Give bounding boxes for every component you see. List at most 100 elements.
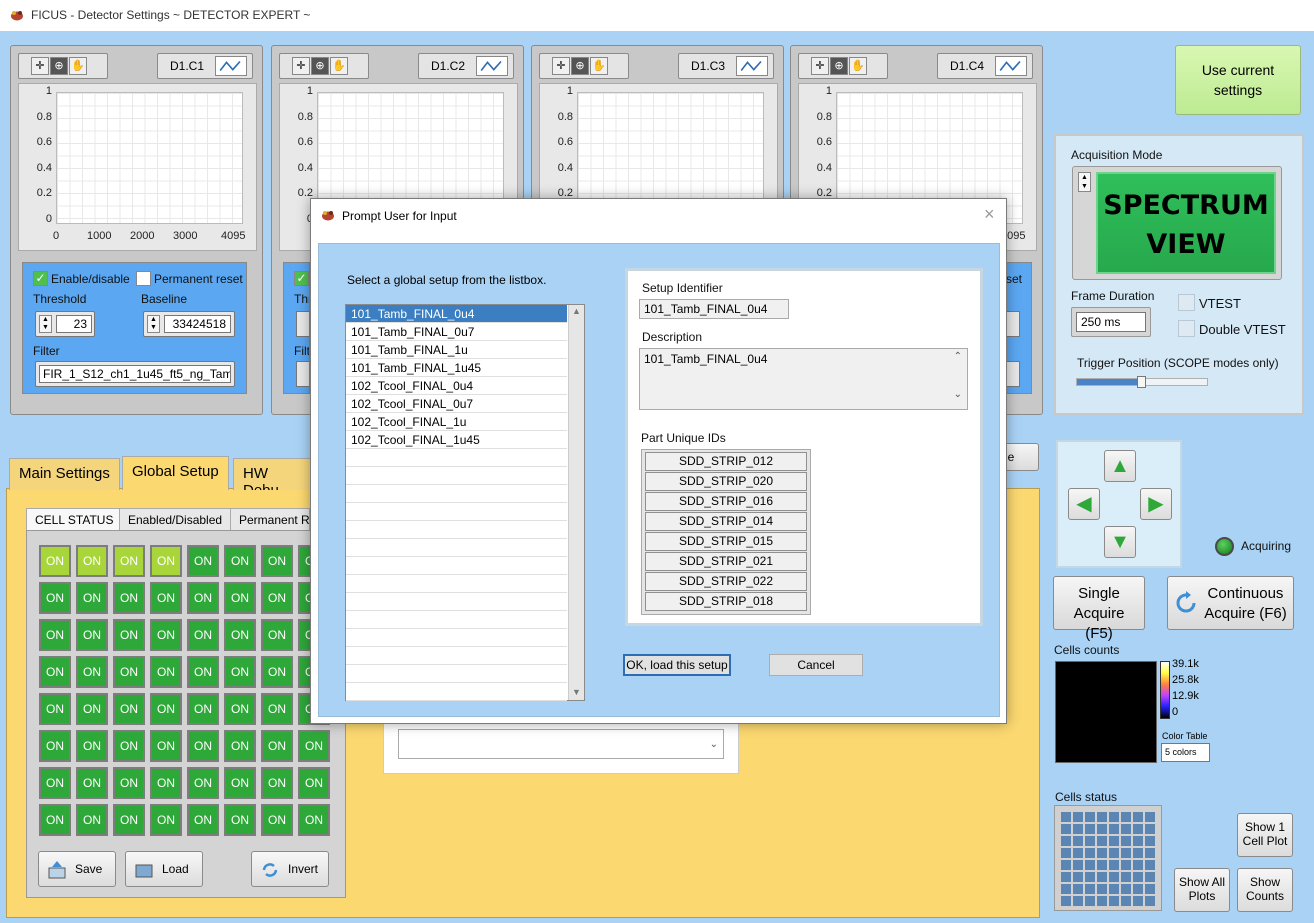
cell-toggle[interactable]: ON	[224, 619, 256, 651]
plot-style-icon[interactable]	[736, 56, 768, 76]
cell-toggle[interactable]: ON	[298, 804, 330, 836]
cell-toggle[interactable]: ON	[76, 730, 108, 762]
list-item[interactable]: 101_Tamb_FINAL_1u45	[346, 359, 567, 377]
cell-toggle[interactable]: ON	[298, 767, 330, 799]
setup-dropdown[interactable]: ⌄	[398, 729, 724, 759]
list-item[interactable]: 102_Tcool_FINAL_1u45	[346, 431, 567, 449]
cell-toggle[interactable]: ON	[261, 656, 293, 688]
vtest-checkbox[interactable]	[1178, 294, 1195, 311]
cell-toggle[interactable]: ON	[224, 693, 256, 725]
cell-toggle[interactable]: ON	[261, 804, 293, 836]
plot-style-icon[interactable]	[215, 56, 247, 76]
cell-toggle[interactable]: ON	[187, 804, 219, 836]
cell-toggle[interactable]: ON	[39, 693, 71, 725]
up-arrow-button[interactable]: ▲	[1104, 450, 1136, 482]
cell-toggle[interactable]: ON	[76, 656, 108, 688]
cell-toggle[interactable]: ON	[39, 656, 71, 688]
trigger-position-slider[interactable]	[1076, 376, 1208, 388]
cell-toggle[interactable]: ON	[261, 767, 293, 799]
list-item[interactable]	[346, 683, 567, 701]
acquisition-mode-selector[interactable]: ▲ ▼ SPECTRUM VIEW	[1072, 166, 1282, 280]
subtab-permanent-reset[interactable]: Permanent Re	[230, 508, 310, 532]
setup-listbox[interactable]: 101_Tamb_FINAL_0u4 101_Tamb_FINAL_0u7 101_…	[345, 304, 585, 701]
plot-style-icon[interactable]	[476, 56, 508, 76]
baseline-stepper[interactable]	[1006, 311, 1020, 337]
list-item[interactable]: 102_Tcool_FINAL_0u7	[346, 395, 567, 413]
cell-toggle[interactable]: ON	[224, 767, 256, 799]
list-item[interactable]	[346, 503, 567, 521]
cell-toggle[interactable]: ON	[76, 619, 108, 651]
cell-toggle[interactable]: ON	[261, 730, 293, 762]
filter-field[interactable]	[296, 361, 309, 387]
threshold-stepper[interactable]	[296, 311, 309, 337]
cell-toggle[interactable]: ON	[39, 619, 71, 651]
save-button[interactable]: Save	[38, 851, 116, 887]
pan-tool-icon[interactable]: ✋	[849, 57, 867, 75]
filter-field[interactable]: FIR_1_S12_ch1_1u45_ft5_ng_Tamb	[35, 361, 235, 387]
ok-load-setup-button[interactable]: OK, load this setup	[623, 654, 731, 676]
list-item[interactable]: 101_Tamb_FINAL_0u4	[346, 305, 567, 323]
list-item[interactable]	[346, 449, 567, 467]
list-item[interactable]: 102_Tcool_FINAL_0u4	[346, 377, 567, 395]
cursor-tool-icon[interactable]: ✛	[552, 57, 570, 75]
cell-toggle[interactable]: ON	[224, 545, 256, 577]
cell-toggle[interactable]: ON	[113, 693, 145, 725]
cell-toggle[interactable]: ON	[187, 582, 219, 614]
cell-toggle[interactable]: ON	[187, 693, 219, 725]
list-item[interactable]: 101_Tamb_FINAL_1u	[346, 341, 567, 359]
list-item[interactable]	[346, 557, 567, 575]
cell-toggle[interactable]: ON	[39, 545, 71, 577]
cell-toggle[interactable]: ON	[76, 545, 108, 577]
pan-tool-icon[interactable]: ✋	[330, 57, 348, 75]
load-button[interactable]: Load	[125, 851, 203, 887]
subtab-enabled-disabled[interactable]: Enabled/Disabled	[119, 508, 232, 532]
cell-toggle[interactable]: ON	[113, 545, 145, 577]
continuous-acquire-button[interactable]: Continuous Acquire (F6)	[1167, 576, 1294, 630]
cell-toggle[interactable]: ON	[113, 804, 145, 836]
cell-toggle[interactable]: ON	[187, 767, 219, 799]
single-acquire-button[interactable]: Single Acquire (F5)	[1053, 576, 1145, 642]
scroll-down-icon[interactable]: ⌄	[954, 389, 962, 400]
list-item[interactable]	[346, 629, 567, 647]
subtab-cell-status[interactable]: CELL STATUS	[26, 508, 123, 532]
scroll-up-icon[interactable]: ▲	[572, 306, 581, 316]
list-item[interactable]	[346, 575, 567, 593]
cell-toggle[interactable]: ON	[261, 693, 293, 725]
cursor-tool-icon[interactable]: ✛	[31, 57, 49, 75]
show-counts-button[interactable]: Show Counts	[1237, 868, 1293, 912]
filter-input[interactable]: FIR_1_S12_ch1_1u45_ft5_ng_Tamb	[39, 365, 231, 383]
cell-toggle[interactable]: ON	[261, 619, 293, 651]
plot-style-icon[interactable]	[995, 56, 1027, 76]
scroll-up-icon[interactable]: ⌃	[954, 351, 962, 362]
down-arrow-button[interactable]: ▼	[1104, 526, 1136, 558]
show-cell-plot-button[interactable]: Show 1 Cell Plot	[1237, 813, 1293, 857]
cursor-tool-icon[interactable]: ✛	[811, 57, 829, 75]
double-vtest-checkbox[interactable]	[1178, 320, 1195, 337]
permanent-reset-checkbox[interactable]	[136, 271, 151, 286]
cell-toggle[interactable]: ON	[187, 656, 219, 688]
zoom-tool-icon[interactable]: ⊕	[830, 57, 848, 75]
list-item[interactable]	[346, 593, 567, 611]
cell-toggle[interactable]: ON	[187, 545, 219, 577]
list-item[interactable]	[346, 611, 567, 629]
cell-toggle[interactable]: ON	[76, 804, 108, 836]
frame-duration-field[interactable]: 250 ms	[1071, 307, 1151, 337]
threshold-input[interactable]: 23	[56, 315, 92, 333]
list-item[interactable]	[346, 539, 567, 557]
list-item[interactable]	[346, 521, 567, 539]
cell-toggle[interactable]: ON	[224, 582, 256, 614]
cell-toggle[interactable]: ON	[298, 730, 330, 762]
left-arrow-button[interactable]: ◀	[1068, 488, 1100, 520]
right-arrow-button[interactable]: ▶	[1140, 488, 1172, 520]
frame-duration-input[interactable]: 250 ms	[1076, 312, 1146, 332]
cell-toggle[interactable]: ON	[113, 582, 145, 614]
cell-toggle[interactable]: ON	[39, 730, 71, 762]
cell-toggle[interactable]: ON	[224, 656, 256, 688]
use-current-settings-button[interactable]: Use current settings	[1175, 45, 1301, 115]
list-item[interactable]	[346, 665, 567, 683]
cell-toggle[interactable]: ON	[76, 767, 108, 799]
cell-toggle[interactable]: ON	[224, 804, 256, 836]
cell-toggle[interactable]: ON	[150, 730, 182, 762]
cell-toggle[interactable]: ON	[150, 619, 182, 651]
stepper-arrows-icon[interactable]: ▲ ▼	[39, 315, 52, 333]
